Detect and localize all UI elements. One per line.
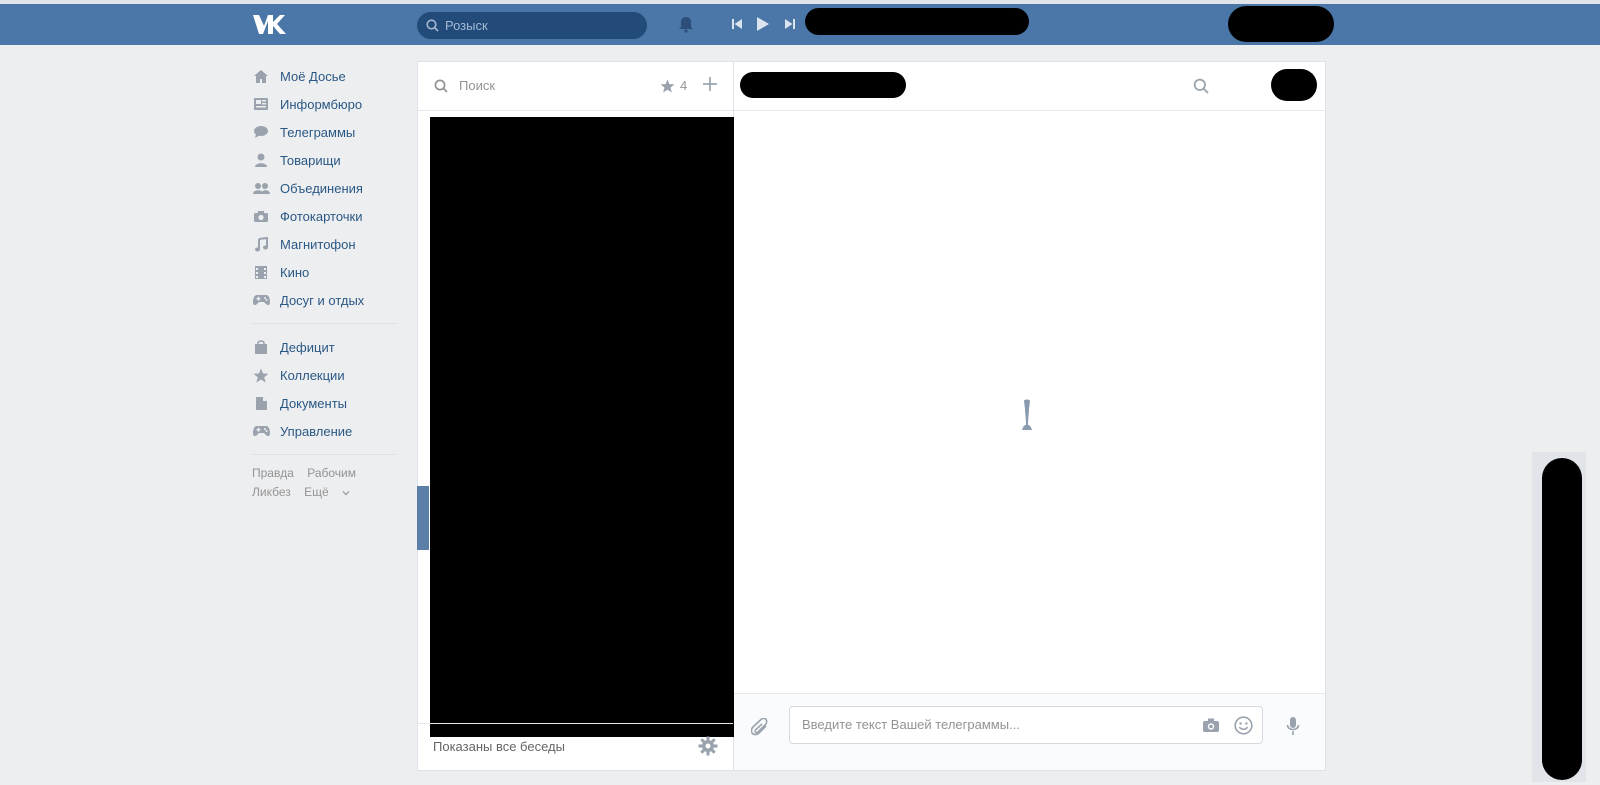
sidebar-item-bookmarks[interactable]: Коллекции bbox=[252, 361, 402, 389]
important-count: 4 bbox=[680, 78, 688, 93]
home-icon bbox=[252, 67, 270, 85]
search-icon bbox=[426, 19, 439, 32]
dialogs-footer: Показаны все беседы bbox=[418, 723, 733, 770]
sidebar-item-label: Моё Досье bbox=[280, 68, 346, 84]
header-search-input[interactable]: Розыск bbox=[417, 12, 647, 39]
scroll-indicator bbox=[417, 486, 429, 550]
sidebar-item-label: Телеграммы bbox=[280, 124, 356, 140]
redacted-side-panel bbox=[1542, 458, 1582, 780]
sidebar-item-market[interactable]: Дефицит bbox=[252, 333, 402, 361]
sidebar-divider bbox=[252, 323, 397, 324]
sidebar-item-label: Фотокарточки bbox=[280, 208, 363, 224]
sidebar-item-label: Информбюро bbox=[280, 96, 363, 112]
gamepad-icon bbox=[252, 422, 270, 440]
star-icon bbox=[252, 366, 270, 384]
redacted-chat-avatar[interactable] bbox=[1271, 69, 1317, 101]
sidebar-item-label: Досуг и отдых bbox=[280, 292, 365, 308]
redacted-user-menu[interactable] bbox=[1228, 6, 1334, 42]
smile-icon[interactable] bbox=[1234, 716, 1253, 735]
sidebar-item-manage[interactable]: Управление bbox=[252, 417, 402, 445]
groups-icon bbox=[252, 179, 270, 197]
messages-icon bbox=[252, 123, 270, 141]
dialogs-panel: Поиск 4 Показаны все беседы bbox=[417, 61, 736, 771]
previous-track-icon[interactable] bbox=[731, 18, 743, 30]
header-search-placeholder: Розыск bbox=[445, 18, 488, 33]
bag-icon bbox=[252, 338, 270, 356]
sidebar-item-label: Магнитофон bbox=[280, 236, 356, 252]
star-icon bbox=[660, 78, 675, 93]
sidebar-item-label: Коллекции bbox=[280, 367, 345, 383]
loading-spinner-icon bbox=[1022, 399, 1032, 430]
dialogs-search-input[interactable]: Поиск bbox=[459, 78, 495, 93]
sidebar-item-music[interactable]: Магнитофон bbox=[252, 230, 402, 258]
sidebar-item-label: Объединения bbox=[280, 180, 363, 196]
bell-icon[interactable] bbox=[678, 16, 694, 33]
chat-panel: Введите текст Вашей телеграммы... bbox=[734, 61, 1326, 771]
paperclip-icon[interactable] bbox=[751, 718, 771, 740]
sidebar-item-label: Дефицит bbox=[280, 339, 335, 355]
sidebar-item-profile[interactable]: Моё Досье bbox=[252, 62, 402, 90]
video-icon bbox=[252, 263, 270, 281]
right-scroll-area bbox=[1532, 452, 1586, 782]
message-composer: Введите текст Вашей телеграммы... bbox=[734, 693, 1325, 770]
sidebar-item-news[interactable]: Информбюро bbox=[252, 90, 402, 118]
redacted-dialog-list bbox=[430, 117, 736, 737]
sidebar-item-label: Кино bbox=[280, 264, 310, 280]
sidebar-item-groups[interactable]: Объединения bbox=[252, 174, 402, 202]
footer-link-help[interactable]: Ликбез bbox=[252, 485, 291, 499]
sidebar-divider bbox=[252, 454, 397, 455]
microphone-icon[interactable] bbox=[1286, 716, 1300, 736]
dialogs-header: Поиск 4 bbox=[418, 62, 733, 111]
chat-header bbox=[734, 62, 1325, 111]
music-icon bbox=[252, 235, 270, 253]
dialogs-footer-text: Показаны все беседы bbox=[433, 739, 565, 754]
sidebar-item-messages[interactable]: Телеграммы bbox=[252, 118, 402, 146]
footer-link-jobs[interactable]: Рабочим bbox=[307, 466, 356, 480]
search-icon bbox=[434, 79, 448, 93]
sidebar-item-video[interactable]: Кино bbox=[252, 258, 402, 286]
footer-link-blog[interactable]: Правда bbox=[252, 466, 294, 480]
sidebar-item-label: Управление bbox=[280, 423, 353, 439]
message-input[interactable]: Введите текст Вашей телеграммы... bbox=[789, 706, 1263, 744]
important-dialogs-filter[interactable]: 4 bbox=[660, 78, 687, 93]
footer-link-more[interactable]: Ещё bbox=[304, 485, 350, 499]
message-input-placeholder: Введите текст Вашей телеграммы... bbox=[802, 717, 1020, 732]
plus-icon[interactable] bbox=[702, 76, 718, 92]
redacted-track-info bbox=[805, 8, 1029, 35]
gear-icon[interactable] bbox=[698, 736, 718, 756]
sidebar-item-photos[interactable]: Фотокарточки bbox=[252, 202, 402, 230]
top-bar: Розыск bbox=[0, 0, 1600, 45]
sidebar-item-label: Документы bbox=[280, 395, 348, 411]
play-icon[interactable] bbox=[756, 16, 770, 32]
document-icon bbox=[252, 394, 270, 412]
friends-icon bbox=[252, 151, 270, 169]
next-track-icon[interactable] bbox=[784, 18, 796, 30]
sidebar-item-games[interactable]: Досуг и отдых bbox=[252, 286, 402, 314]
redacted-chat-title bbox=[740, 72, 906, 98]
sidebar-footer: Правда Рабочим Ликбез Ещё bbox=[252, 464, 402, 502]
news-icon bbox=[252, 95, 270, 113]
gamepad-icon bbox=[252, 291, 270, 309]
camera-icon[interactable] bbox=[1202, 717, 1220, 733]
chevron-down-icon bbox=[342, 491, 350, 496]
footer-link-more-label: Ещё bbox=[304, 485, 329, 499]
left-sidebar: Моё Досье Информбюро Телеграммы Товарищи… bbox=[252, 62, 402, 502]
camera-icon bbox=[252, 207, 270, 225]
sidebar-item-friends[interactable]: Товарищи bbox=[252, 146, 402, 174]
vk-logo-icon[interactable] bbox=[252, 13, 286, 35]
sidebar-item-label: Товарищи bbox=[280, 152, 341, 168]
search-icon[interactable] bbox=[1193, 78, 1209, 94]
sidebar-item-documents[interactable]: Документы bbox=[252, 389, 402, 417]
